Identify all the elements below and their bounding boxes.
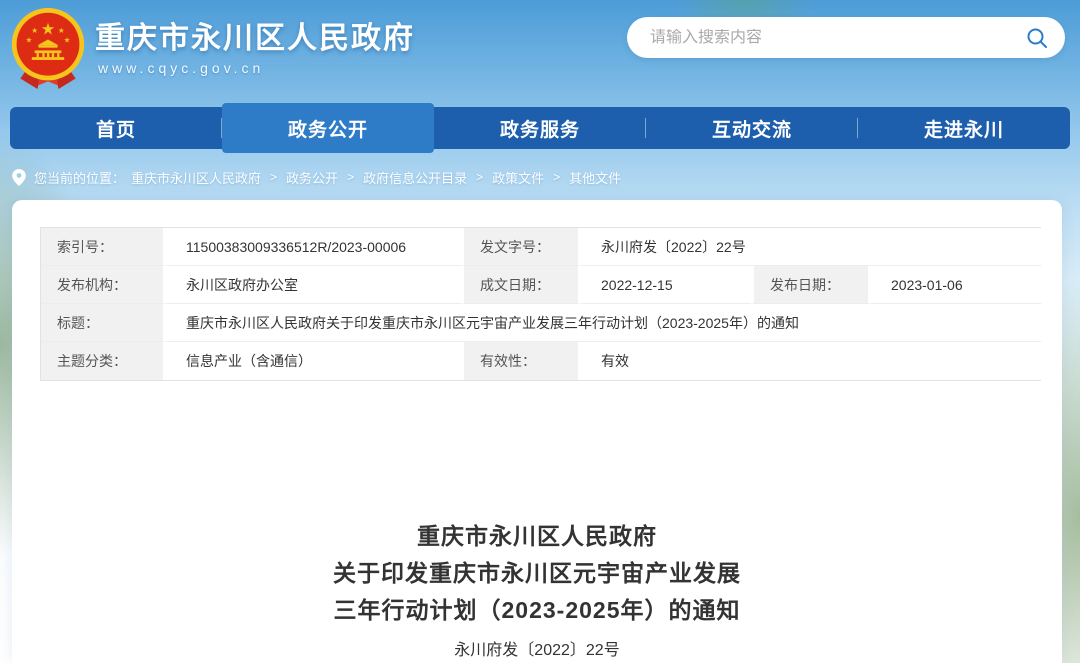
meta-value-doc-symbol: 永川府发〔2022〕22号	[581, 228, 1041, 266]
breadcrumb: 您当前的位置： 重庆市永川区人民政府 > 政务公开 > 政府信息公开目录 > 政…	[12, 163, 621, 191]
meta-label-written-date: 成文日期：	[461, 266, 581, 304]
meta-label-publisher: 发布机构：	[41, 266, 166, 304]
document-title-line2: 关于印发重庆市永川区元宇宙产业发展	[12, 555, 1062, 592]
meta-value-validity: 有效	[581, 342, 1041, 380]
breadcrumb-item-disclosure[interactable]: 政务公开	[286, 168, 338, 187]
location-pin-icon	[12, 169, 26, 186]
svg-text:★: ★	[26, 35, 33, 44]
nav-item-gov-services[interactable]: 政务服务	[434, 107, 646, 149]
meta-value-index-no: 11500383009336512R/2023-00006	[166, 228, 461, 266]
meta-label-topic: 主题分类：	[41, 342, 166, 380]
site-header: ★ ★ ★ ★ ★ 重庆市永川区人民政府 www.cqyc.gov.cn	[0, 0, 1080, 100]
nav-item-about-yongchuan[interactable]: 走进永川	[858, 107, 1070, 149]
meta-label-validity: 有效性：	[461, 342, 581, 380]
meta-label-doc-symbol: 发文字号：	[461, 228, 581, 266]
site-url: www.cqyc.gov.cn	[98, 60, 264, 76]
breadcrumb-prefix: 您当前的位置：	[34, 168, 125, 187]
search-box	[627, 17, 1065, 58]
breadcrumb-separator: >	[270, 170, 277, 184]
svg-text:★: ★	[31, 26, 38, 35]
breadcrumb-separator: >	[347, 170, 354, 184]
breadcrumb-item-info-catalog[interactable]: 政府信息公开目录	[363, 168, 467, 187]
meta-value-written-date: 2022-12-15	[581, 266, 751, 304]
meta-label-index-no: 索引号：	[41, 228, 166, 266]
breadcrumb-separator: >	[476, 170, 483, 184]
meta-value-publish-date: 2023-01-06	[871, 266, 1041, 304]
content-card: 索引号： 11500383009336512R/2023-00006 发文字号：…	[12, 200, 1062, 663]
nav-item-interaction[interactable]: 互动交流	[646, 107, 858, 149]
search-input[interactable]	[627, 29, 1025, 47]
document-title: 重庆市永川区人民政府 关于印发重庆市永川区元宇宙产业发展 三年行动计划（2023…	[12, 518, 1062, 629]
site-title: 重庆市永川区人民政府	[95, 13, 415, 57]
document-number: 永川府发〔2022〕22号	[12, 636, 1062, 660]
meta-value-publisher: 永川区政府办公室	[166, 266, 461, 304]
meta-label-title: 标题：	[41, 304, 166, 342]
national-emblem-logo: ★ ★ ★ ★ ★	[8, 4, 88, 94]
document-meta-table: 索引号： 11500383009336512R/2023-00006 发文字号：…	[40, 227, 1041, 381]
nav-item-home[interactable]: 首页	[10, 107, 222, 149]
svg-text:★: ★	[41, 20, 56, 39]
document-title-line3: 三年行动计划（2023-2025年）的通知	[12, 592, 1062, 629]
breadcrumb-separator: >	[553, 170, 560, 184]
breadcrumb-item-policy-files[interactable]: 政策文件	[492, 168, 544, 187]
meta-value-title: 重庆市永川区人民政府关于印发重庆市永川区元宇宙产业发展三年行动计划（2023-2…	[166, 304, 1041, 342]
svg-text:★: ★	[58, 26, 65, 35]
document-title-line1: 重庆市永川区人民政府	[12, 518, 1062, 555]
breadcrumb-item-other-files[interactable]: 其他文件	[569, 168, 621, 187]
nav-item-gov-disclosure[interactable]: 政务公开	[222, 103, 434, 153]
svg-text:★: ★	[64, 35, 71, 44]
search-icon[interactable]	[1025, 26, 1049, 50]
meta-label-publish-date: 发布日期：	[751, 266, 871, 304]
main-nav: 首页 政务公开 政务服务 互动交流 走进永川	[10, 107, 1070, 149]
meta-value-topic: 信息产业（含通信）	[166, 342, 461, 380]
breadcrumb-item-site[interactable]: 重庆市永川区人民政府	[131, 168, 261, 187]
